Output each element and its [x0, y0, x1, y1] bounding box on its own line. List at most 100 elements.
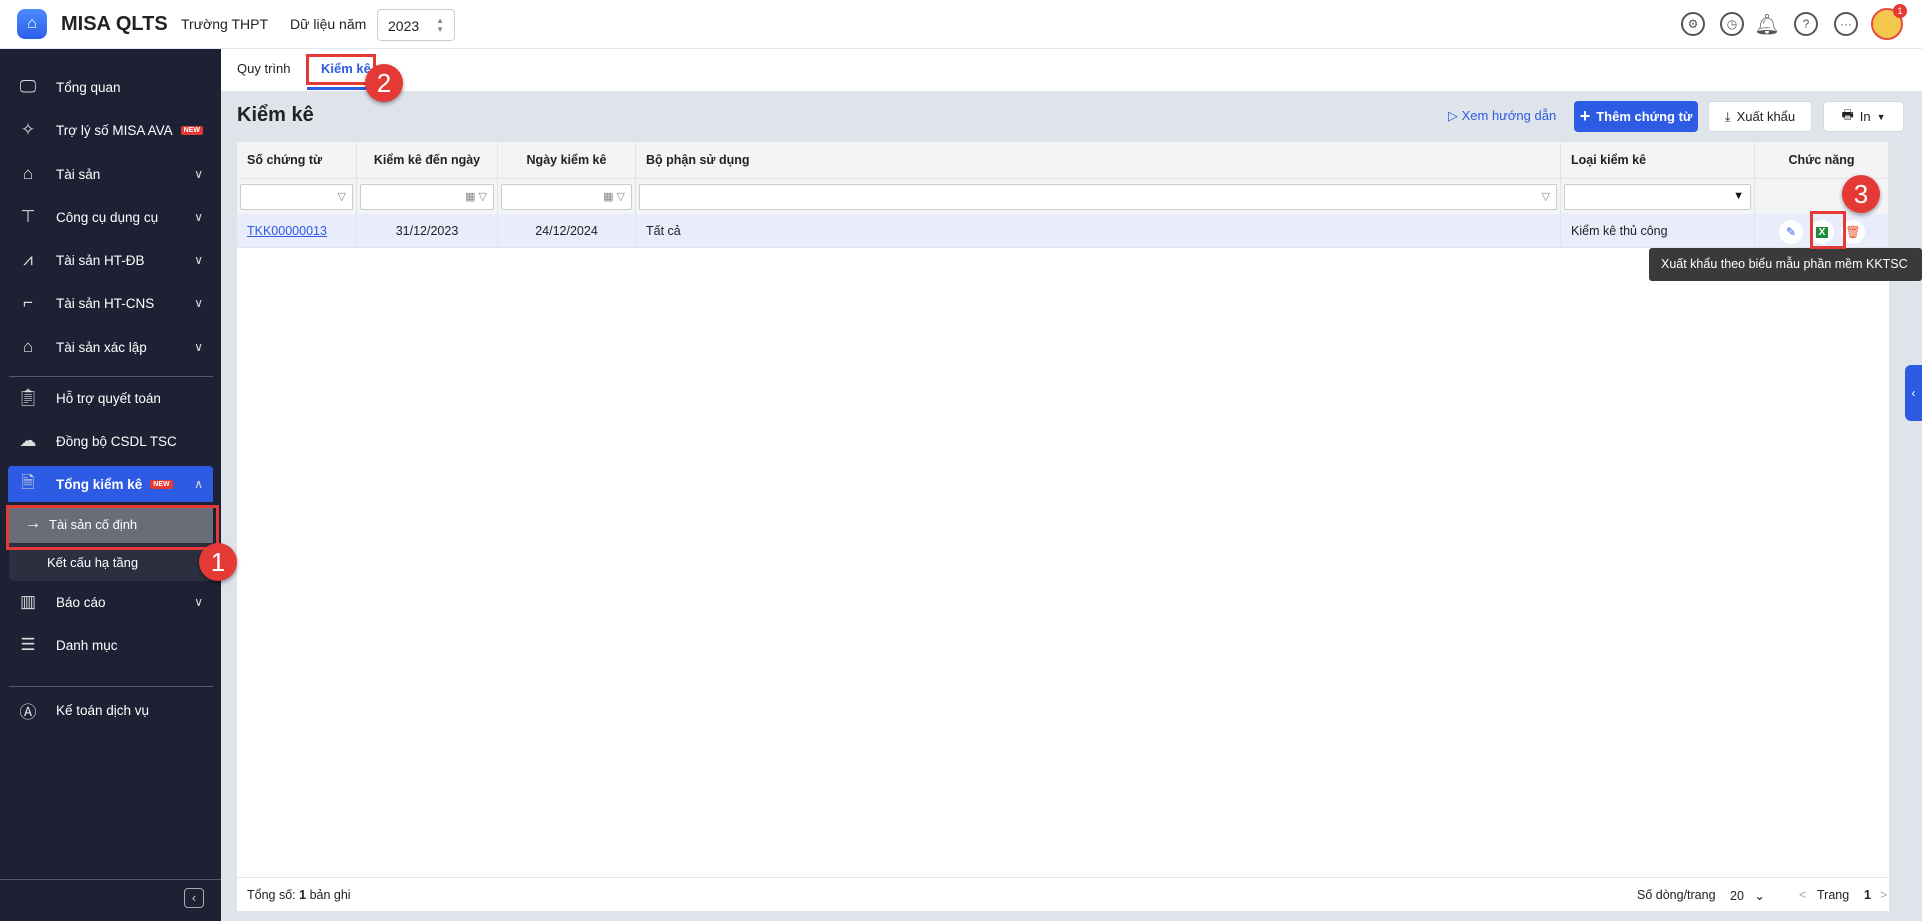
sidebar-item-ke-toan-dich-vu[interactable]: Ⓐ Kế toán dịch vụ — [8, 692, 213, 728]
date-filter-input[interactable]: ▦ ▽ — [501, 184, 632, 210]
unit-name[interactable]: Trường THPT — [181, 16, 268, 32]
type-filter-select[interactable]: ▼ — [1564, 184, 1751, 210]
download-icon: ⤓ — [1724, 108, 1731, 124]
chevron-down-icon: ∨ — [194, 167, 203, 181]
divider — [9, 376, 213, 377]
dept-cell: Tất cả — [636, 214, 1561, 248]
col-header[interactable]: Ngày kiểm kê — [498, 142, 636, 179]
bell-icon[interactable]: 🔔︎ — [1754, 12, 1779, 36]
filter-icon[interactable]: ▽ — [338, 191, 346, 203]
page-title: Kiểm kê — [237, 104, 314, 126]
prev-page-button[interactable]: < — [1799, 888, 1806, 902]
gear-icon[interactable]: ⚙ — [1681, 12, 1705, 36]
tab-bar: Quy trình Kiểm kê — [221, 49, 1922, 91]
sidebar-item-ava[interactable]: ✧ Trợ lý số MISA AVA NEW — [8, 112, 213, 148]
sidebar-item-ht-db[interactable]: ⩘ Tài sản HT-ĐB ∨ — [8, 242, 213, 278]
next-page-button[interactable]: > — [1880, 888, 1887, 902]
filter-cell: ▦ ▽ — [357, 179, 498, 214]
add-label: Thêm chứng từ — [1596, 109, 1693, 124]
sidebar-item-label: Tổng kiểm kê — [56, 476, 143, 492]
tab-quy-trinh[interactable]: Quy trình — [237, 61, 290, 76]
sidebar-item-label: Trợ lý số MISA AVA — [56, 122, 173, 138]
app-name: MISA QLTS — [61, 13, 168, 35]
filter-icon[interactable]: ▽ — [617, 191, 625, 203]
rows-per-page-select[interactable]: 20 ⌄ — [1730, 888, 1765, 903]
sidebar-subitem-label: Kết cấu hạ tầng — [47, 554, 139, 570]
date-cell: 24/12/2024 — [498, 214, 636, 248]
clipboard-icon: 📋︎ — [17, 388, 39, 407]
print-label: In — [1859, 109, 1871, 124]
filter-cell: ▼ — [1561, 179, 1755, 214]
divider — [0, 879, 221, 880]
sidebar-item-bao-cao[interactable]: ▥ Báo cáo ∨ — [8, 584, 213, 620]
calendar-icon[interactable]: ▦ — [603, 191, 613, 203]
right-panel-toggle[interactable]: ‹ — [1905, 365, 1922, 421]
pencil-icon: ✎ — [1785, 225, 1797, 239]
sidebar-item-label: Báo cáo — [56, 594, 106, 610]
calendar-icon[interactable]: ▦ — [465, 191, 475, 203]
current-page[interactable]: 1 — [1864, 888, 1871, 902]
chevron-down-icon: ∨ — [194, 210, 203, 224]
filter-cell: ▽ — [636, 179, 1561, 214]
list-icon: ☰ — [20, 635, 36, 654]
paint-roller-icon: ⊤ — [20, 207, 36, 226]
dept-filter-input[interactable]: ▽ — [639, 184, 1557, 210]
export-label: Xuất khẩu — [1736, 109, 1796, 124]
caret-down-icon: ▼ — [1733, 190, 1744, 202]
year-value: 2023 — [388, 18, 420, 34]
sidebar-item-cong-cu[interactable]: ⊤ Công cụ dụng cụ ∨ — [8, 199, 213, 235]
guide-link[interactable]: ▷ Xem hướng dẫn — [1448, 108, 1556, 124]
plus-icon: + — [1579, 106, 1591, 126]
stepper-arrows-icon[interactable]: ▲ ▼ — [436, 16, 444, 34]
cloud-upload-icon: ☁ — [19, 431, 37, 450]
pipe-icon: ⌐ — [23, 293, 33, 312]
doc-no-filter-input[interactable]: ▽ — [240, 184, 353, 210]
collapse-sidebar-button[interactable]: ‹ — [184, 888, 204, 908]
col-header[interactable]: Kiểm kê đến ngày — [357, 142, 498, 179]
col-header[interactable]: Số chứng từ — [237, 142, 357, 179]
sidebar-item-quyet-toan[interactable]: 📋︎ Hỗ trợ quyết toán — [8, 380, 213, 416]
annotation-marker-1: 1 — [199, 543, 237, 581]
year-stepper[interactable]: 2023 ▲ ▼ — [377, 9, 455, 41]
sidebar-item-label: Tài sản xác lập — [56, 339, 147, 355]
sidebar-item-tong-kiem-ke[interactable]: 🗎 Tổng kiểm kê NEW ∧ — [8, 466, 213, 502]
house-icon[interactable]: ⌂ — [17, 9, 47, 39]
sidebar-item-label: Tài sản HT-ĐB — [56, 252, 145, 268]
filter-cell: ▦ ▽ — [498, 179, 636, 214]
sidebar-item-dong-bo[interactable]: ☁ Đồng bộ CSDL TSC — [8, 423, 213, 459]
sidebar: 🖵 Tổng quan ✧ Trợ lý số MISA AVA NEW ⌂ Tài s… — [0, 49, 221, 921]
chevron-down-icon: ⌄ — [1754, 889, 1765, 903]
print-button[interactable]: 🖶 In ▼ — [1823, 101, 1904, 132]
sidebar-item-label: Hỗ trợ quyết toán — [56, 390, 161, 406]
doc-no-link[interactable]: TKK00000013 — [247, 224, 327, 238]
bar-chart-icon: ▥ — [19, 592, 37, 611]
chevron-down-icon: ∨ — [194, 340, 203, 354]
filter-icon[interactable]: ▽ — [479, 191, 487, 203]
sparkle-icon: ✧ — [20, 120, 36, 139]
to-date-filter-input[interactable]: ▦ ▽ — [360, 184, 494, 210]
edit-button[interactable]: ✎ — [1779, 220, 1803, 244]
sidebar-item-danh-muc[interactable]: ☰ Danh mục — [8, 627, 213, 663]
sidebar-item-tong-quan[interactable]: 🖵 Tổng quan — [8, 69, 213, 105]
sidebar-item-label: Đồng bộ CSDL TSC — [56, 433, 177, 449]
sidebar-item-ht-cns[interactable]: ⌐ Tài sản HT-CNS ∨ — [8, 285, 213, 321]
rows-per-page-label: Số dòng/trang — [1637, 888, 1716, 902]
top-header: ⌂ MISA QLTS Trường THPT Dữ liệu năm 2023… — [0, 0, 1922, 49]
more-icon[interactable]: ··· — [1834, 12, 1858, 36]
sidebar-item-xac-lap[interactable]: ⌂ Tài sản xác lập ∨ — [8, 329, 213, 365]
col-header[interactable]: Loại kiểm kê — [1561, 142, 1755, 179]
monitor-chart-icon: 🖵 — [19, 77, 37, 96]
export-button[interactable]: ⤓ Xuất khẩu — [1708, 101, 1812, 132]
help-icon[interactable]: ? — [1794, 12, 1818, 36]
chevron-down-icon: ∨ — [194, 296, 203, 310]
col-header[interactable]: Bộ phận sử dụng — [636, 142, 1561, 179]
sidebar-item-label: Danh mục — [56, 637, 118, 653]
sidebar-item-label: Công cụ dụng cụ — [56, 209, 159, 225]
add-document-button[interactable]: + Thêm chứng từ — [1574, 101, 1698, 132]
alarm-icon[interactable]: ◷ — [1720, 12, 1744, 36]
road-icon: ⩘ — [23, 250, 33, 269]
filter-icon[interactable]: ▽ — [1542, 191, 1550, 203]
chevron-up-icon: ∧ — [194, 477, 203, 491]
sidebar-item-tai-san[interactable]: ⌂ Tài sản ∨ — [8, 156, 213, 192]
inventory-table: Số chứng từ Kiểm kê đến ngày Ngày kiểm k… — [237, 142, 1889, 911]
